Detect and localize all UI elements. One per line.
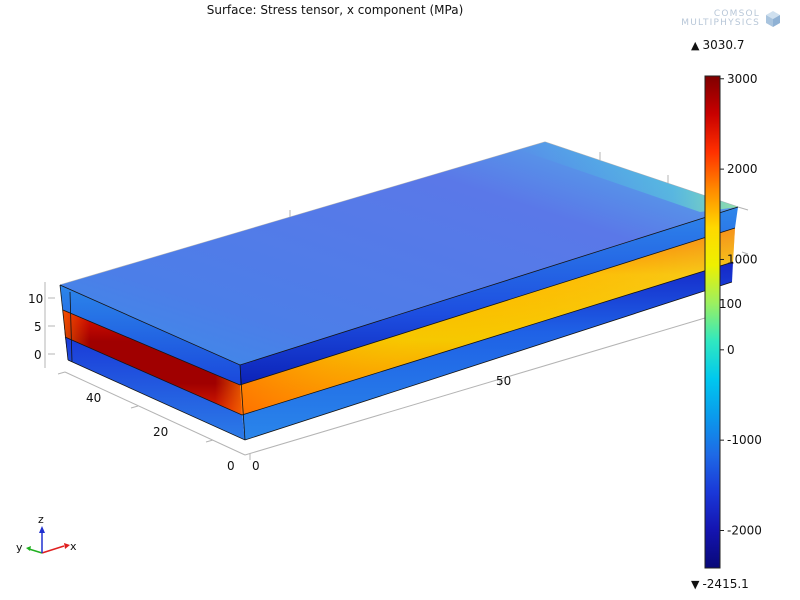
triad-z-label: z bbox=[38, 513, 44, 526]
z-tick-label: 10 bbox=[28, 292, 43, 306]
colorbar-min-label: ▼ -2415.1 bbox=[691, 577, 749, 591]
z-tick-label: 0 bbox=[34, 348, 42, 362]
triad-y-arrow-icon bbox=[26, 546, 31, 551]
triad-x-label: x bbox=[70, 540, 77, 553]
y-tick-label: 0 bbox=[227, 459, 235, 473]
colorbar-max-value: 3030.7 bbox=[702, 38, 745, 52]
plot-window: Surface: Stress tensor, x component (MPa… bbox=[0, 0, 800, 600]
y-tick-label: 40 bbox=[86, 391, 101, 405]
stress-block[interactable] bbox=[59, 142, 739, 441]
colorbar-tick-label: 1000 bbox=[727, 252, 758, 266]
triad-y-label: y bbox=[16, 541, 23, 554]
up-triangle-icon: ▲ bbox=[691, 39, 700, 52]
triad-y-axis bbox=[28, 548, 43, 554]
triad-x-axis bbox=[41, 545, 65, 554]
colorbar-tick-label: -2000 bbox=[727, 523, 762, 537]
colorbar-gradient bbox=[704, 75, 721, 569]
colorbar-tick-label: -1000 bbox=[727, 433, 762, 447]
x-tick-label: 100 bbox=[719, 297, 742, 311]
z-tick-label: 5 bbox=[34, 320, 42, 334]
axis-triad: x y z bbox=[16, 513, 77, 554]
colorbar-tick-label: 2000 bbox=[727, 162, 758, 176]
triad-z-arrow-icon bbox=[39, 526, 45, 533]
x-tick-label: 0 bbox=[252, 459, 260, 473]
y-tick-label: 20 bbox=[153, 425, 168, 439]
x-tick-label: 50 bbox=[496, 374, 511, 388]
colorbar-max-label: ▲ 3030.7 bbox=[691, 38, 744, 52]
colorbar: 3000 2000 1000 0 -1000 -2000 bbox=[704, 72, 762, 569]
colorbar-min-value: -2415.1 bbox=[702, 577, 749, 591]
colorbar-tick-label: 0 bbox=[727, 343, 735, 357]
3d-stress-plot[interactable]: 10 5 0 40 20 0 0 50 100 3000200010000-10… bbox=[0, 0, 800, 600]
down-triangle-icon: ▼ bbox=[691, 578, 700, 591]
z-axis-ticks: 10 5 0 bbox=[28, 292, 43, 362]
colorbar-tick-label: 3000 bbox=[727, 72, 758, 86]
